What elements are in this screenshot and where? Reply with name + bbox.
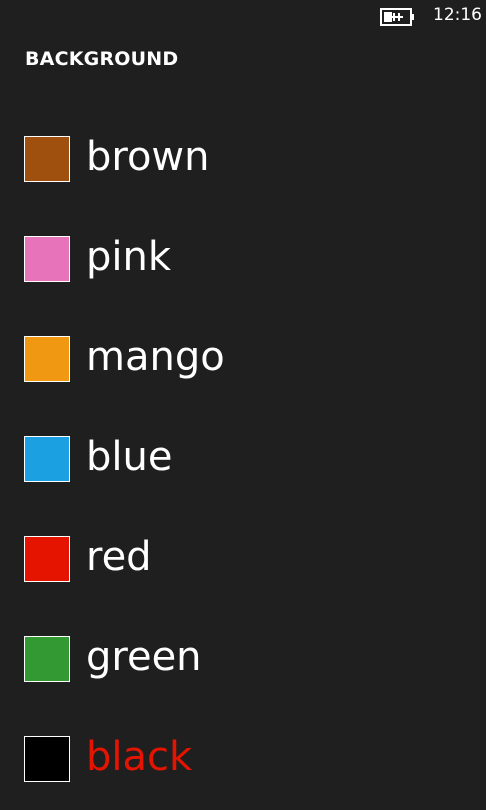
battery-charging-icon bbox=[380, 8, 414, 26]
color-label: green bbox=[86, 634, 202, 680]
color-swatch bbox=[24, 736, 70, 782]
page-title: BACKGROUND bbox=[25, 48, 179, 70]
color-swatch bbox=[24, 536, 70, 582]
color-swatch bbox=[24, 636, 70, 682]
color-label: black bbox=[86, 734, 193, 780]
color-label: red bbox=[86, 534, 152, 580]
color-label: blue bbox=[86, 434, 173, 480]
color-item-black[interactable]: black bbox=[0, 710, 486, 810]
color-item-mango[interactable]: mango bbox=[0, 310, 486, 410]
color-swatch bbox=[24, 136, 70, 182]
status-clock: 12:16 bbox=[433, 5, 482, 25]
color-label: mango bbox=[86, 334, 225, 380]
color-item-pink[interactable]: pink bbox=[0, 210, 486, 310]
color-swatch bbox=[24, 436, 70, 482]
color-item-brown[interactable]: brown bbox=[0, 110, 486, 210]
color-swatch bbox=[24, 336, 70, 382]
color-list: brown pink mango blue red green black bbox=[0, 110, 486, 810]
color-item-red[interactable]: red bbox=[0, 510, 486, 610]
color-item-green[interactable]: green bbox=[0, 610, 486, 710]
color-item-blue[interactable]: blue bbox=[0, 410, 486, 510]
status-bar: 12:16 bbox=[0, 0, 486, 34]
color-label: brown bbox=[86, 134, 210, 180]
color-swatch bbox=[24, 236, 70, 282]
color-label: pink bbox=[86, 234, 172, 280]
